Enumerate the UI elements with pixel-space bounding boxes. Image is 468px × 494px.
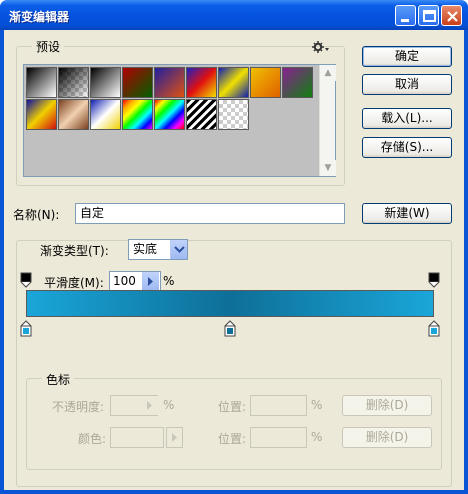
gradient-preset-swatch[interactable] bbox=[122, 67, 153, 98]
color-swatch-field bbox=[110, 427, 164, 448]
color-stops-group bbox=[26, 378, 442, 470]
color-location-input bbox=[250, 427, 307, 448]
gradient-preset-swatch[interactable] bbox=[58, 67, 89, 98]
gradient-preset-swatch[interactable] bbox=[122, 99, 153, 130]
opacity-label: 不透明度: bbox=[52, 400, 105, 414]
gradient-preset-swatch[interactable] bbox=[154, 99, 185, 130]
presets-list[interactable]: ▲ ▼ bbox=[23, 64, 336, 177]
gradient-preset-swatch[interactable] bbox=[154, 67, 185, 98]
delete-opacity-stop-button: 删除(D) bbox=[342, 395, 432, 416]
cancel-button[interactable]: 取消 bbox=[362, 74, 452, 95]
opacity-stop-marker[interactable] bbox=[20, 272, 32, 288]
gradient-preset-swatch[interactable] bbox=[26, 67, 57, 98]
color-label: 颜色: bbox=[78, 432, 107, 446]
minimize-button[interactable] bbox=[395, 5, 416, 26]
smoothness-value: 100 bbox=[113, 274, 136, 288]
arrow-right-icon bbox=[147, 401, 152, 410]
color-menu-button bbox=[166, 427, 183, 448]
smoothness-label: 平滑度(M): bbox=[44, 276, 104, 290]
close-button[interactable] bbox=[441, 5, 462, 26]
presets-label: 预设 bbox=[32, 38, 65, 55]
name-input[interactable]: 自定 bbox=[75, 203, 345, 224]
gradient-preset-swatch[interactable] bbox=[218, 99, 249, 130]
opacity-unit: % bbox=[163, 398, 175, 412]
color-stops-label: 色标 bbox=[42, 371, 75, 388]
scroll-down-button[interactable]: ▼ bbox=[320, 160, 336, 176]
gradient-preset-swatch[interactable] bbox=[282, 67, 313, 98]
opacity-location-input bbox=[250, 395, 307, 416]
gradient-preset-swatch[interactable] bbox=[90, 99, 121, 130]
gradient-preview-bar[interactable] bbox=[26, 290, 434, 317]
gradient-preset-swatch[interactable] bbox=[26, 99, 57, 130]
chevron-down-icon[interactable] bbox=[170, 240, 187, 259]
gradient-preset-swatch[interactable] bbox=[186, 99, 217, 130]
save-button[interactable]: 存储(S)... bbox=[362, 137, 452, 158]
title-bar[interactable]: 渐变编辑器 bbox=[0, 0, 468, 30]
arrow-right-icon bbox=[172, 433, 177, 442]
minimize-icon bbox=[401, 19, 409, 22]
opacity-location-label: 位置: bbox=[218, 400, 247, 414]
color-stop-marker[interactable] bbox=[224, 320, 236, 337]
smoothness-unit: % bbox=[163, 274, 175, 288]
opacity-stop-marker[interactable] bbox=[428, 272, 440, 288]
load-button[interactable]: 载入(L)... bbox=[362, 108, 452, 129]
new-button[interactable]: 新建(W) bbox=[362, 203, 452, 224]
gradient-preset-swatch[interactable] bbox=[90, 67, 121, 98]
color-stop-marker[interactable] bbox=[428, 320, 440, 337]
gradient-preset-swatch[interactable] bbox=[218, 67, 249, 98]
gradient-editor-window: 渐变编辑器 预设 ▲ ▼ 确定 取消 载入(L)... 存储(S)... 名称(… bbox=[0, 0, 468, 494]
gradient-type-select[interactable]: 实底 bbox=[128, 239, 188, 260]
gear-icon[interactable] bbox=[312, 41, 330, 53]
ok-button[interactable]: 确定 bbox=[362, 46, 452, 67]
arrow-right-icon bbox=[148, 277, 153, 286]
delete-color-stop-button: 删除(D) bbox=[342, 427, 432, 448]
name-label: 名称(N): bbox=[13, 208, 60, 222]
presets-scrollbar[interactable]: ▲ ▼ bbox=[319, 65, 336, 176]
opacity-slider-button bbox=[141, 396, 158, 415]
smoothness-slider-button[interactable] bbox=[142, 272, 159, 291]
maximize-button[interactable] bbox=[418, 5, 439, 26]
color-location-label: 位置: bbox=[218, 432, 247, 446]
gradient-type-value: 实底 bbox=[133, 242, 158, 256]
gradient-preset-swatch[interactable] bbox=[58, 99, 89, 130]
gradient-type-label: 渐变类型(T): bbox=[36, 242, 113, 259]
scroll-up-button[interactable]: ▲ bbox=[320, 65, 336, 81]
window-title: 渐变编辑器 bbox=[9, 10, 70, 24]
gradient-preset-swatch[interactable] bbox=[186, 67, 217, 98]
maximize-icon bbox=[423, 10, 436, 22]
color-stop-marker[interactable] bbox=[20, 320, 32, 337]
gradient-preset-swatch[interactable] bbox=[250, 67, 281, 98]
opacity-location-unit: % bbox=[311, 398, 323, 412]
close-icon bbox=[447, 11, 458, 22]
color-location-unit: % bbox=[311, 430, 323, 444]
